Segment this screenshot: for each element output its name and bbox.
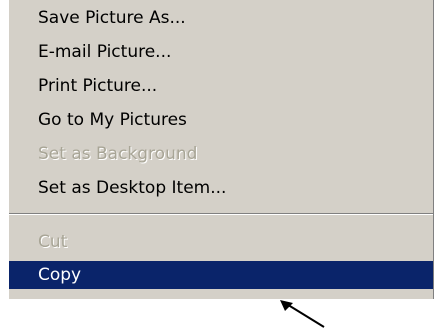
menu-item-copy[interactable]: Copy (9, 261, 433, 289)
menu-item-save-picture-as[interactable]: Save Picture As... (9, 4, 433, 32)
screenshot: Save Picture As... E-mail Picture... Pri… (0, 0, 436, 329)
menu-item-label: Set as Desktop Item... (38, 178, 227, 198)
menu-item-label: Copy (38, 265, 82, 285)
menu-item-label: Save Picture As... (38, 8, 186, 28)
menu-item-label: Print Picture... (38, 76, 158, 96)
menu-item-label: Cut (38, 232, 68, 252)
menu-item-label: Set as Background (38, 144, 198, 164)
context-menu: Save Picture As... E-mail Picture... Pri… (9, 0, 433, 299)
menu-item-go-to-my-pictures[interactable]: Go to My Pictures (9, 106, 433, 134)
menu-item-email-picture[interactable]: E-mail Picture... (9, 38, 433, 66)
menu-item-set-as-desktop-item[interactable]: Set as Desktop Item... (9, 174, 433, 202)
arrow-cursor-icon (280, 300, 325, 328)
menu-item-label: E-mail Picture... (38, 42, 172, 62)
menu-item-cut: Cut (9, 228, 433, 256)
menu-item-label: Go to My Pictures (38, 110, 187, 130)
menu-item-set-as-background: Set as Background (9, 140, 433, 168)
menu-separator (9, 213, 433, 215)
menu-item-partial (9, 289, 433, 299)
partial-text-glyphs (9, 294, 433, 299)
menu-item-print-picture[interactable]: Print Picture... (9, 72, 433, 100)
